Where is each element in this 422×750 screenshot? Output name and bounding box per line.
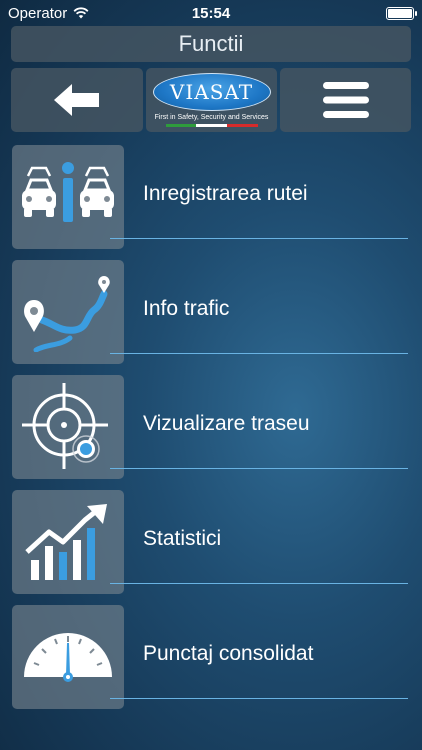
menu-button[interactable] bbox=[280, 68, 411, 132]
bar-chart-icon bbox=[25, 504, 107, 580]
page-title: Functii bbox=[11, 26, 411, 62]
cars-info-icon bbox=[22, 162, 114, 222]
menu-label: Vizualizare traseu bbox=[143, 412, 310, 435]
menu-item-info-trafic[interactable]: Info trafic bbox=[0, 259, 422, 374]
menu-icon-box bbox=[12, 145, 124, 249]
target-location-icon bbox=[22, 383, 108, 469]
italian-flag-stripe bbox=[165, 124, 258, 127]
menu-item-punctaj-consolidat[interactable]: Punctaj consolidat bbox=[0, 604, 422, 719]
menu-item-vizualizare-traseu[interactable]: Vizualizare traseu bbox=[0, 374, 422, 489]
menu-item-statistici[interactable]: Statistici bbox=[0, 489, 422, 604]
map-route-icon bbox=[24, 276, 110, 352]
menu-icon-box bbox=[12, 605, 124, 709]
menu-icon-box bbox=[12, 490, 124, 594]
battery-icon bbox=[386, 6, 417, 20]
logo-brand: VIASAT bbox=[152, 73, 271, 111]
menu-label: Inregistrarea rutei bbox=[143, 182, 308, 205]
menu-label: Statistici bbox=[143, 527, 222, 550]
divider bbox=[110, 238, 408, 239]
menu-item-inregistrarea-rutei[interactable]: Inregistrarea rutei bbox=[0, 144, 422, 259]
logo-tagline: First in Safety, Security and Services bbox=[154, 114, 269, 121]
hamburger-icon bbox=[322, 82, 369, 118]
menu-label: Info trafic bbox=[143, 297, 230, 320]
arrow-left-icon bbox=[54, 84, 99, 116]
menu-label: Punctaj consolidat bbox=[143, 642, 314, 665]
viasat-logo: VIASAT First in Safety, Security and Ser… bbox=[146, 68, 277, 132]
menu-icon-box bbox=[12, 375, 124, 479]
functions-menu: Inregistrarea rutei Info trafic Vizualiz… bbox=[0, 144, 422, 719]
divider bbox=[110, 468, 408, 469]
divider bbox=[110, 353, 408, 354]
status-bar: Operator 15:54 bbox=[0, 0, 422, 26]
back-button[interactable] bbox=[11, 68, 143, 132]
status-time: 15:54 bbox=[191, 4, 231, 22]
divider bbox=[110, 698, 408, 699]
gauge-icon bbox=[24, 633, 112, 682]
menu-icon-box bbox=[12, 260, 124, 364]
divider bbox=[110, 583, 408, 584]
